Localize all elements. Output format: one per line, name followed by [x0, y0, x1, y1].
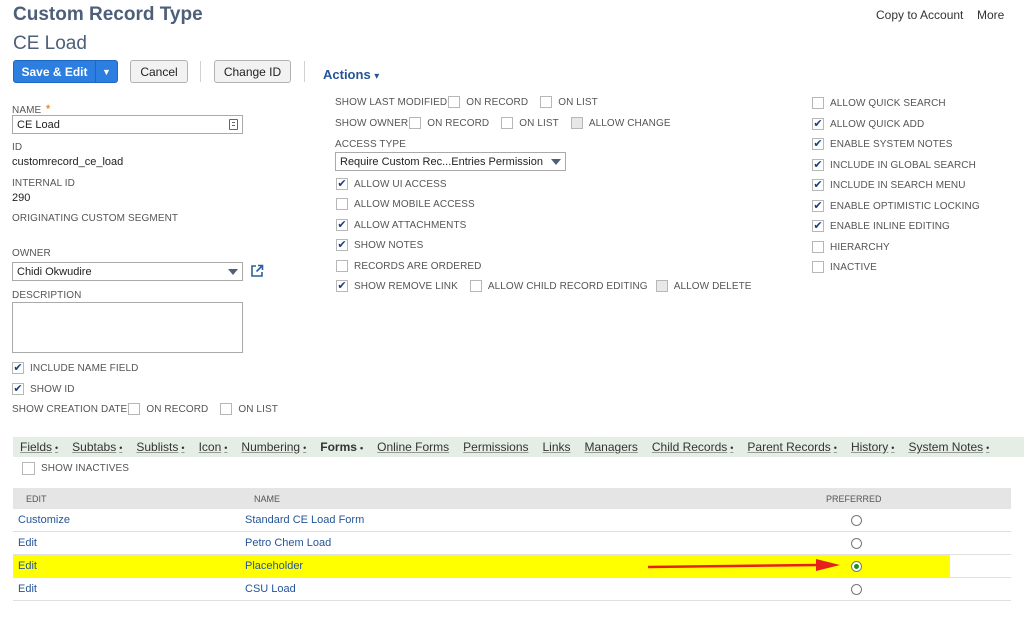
access-type-label: ACCESS TYPE	[335, 139, 406, 150]
last-modified-on-list-checkbox[interactable]	[540, 96, 553, 108]
form-name-link[interactable]: CSU Load	[245, 583, 296, 595]
table-row: Customize Standard CE Load Form	[13, 509, 1011, 532]
actions-menu[interactable]: Actions ▾	[323, 67, 379, 82]
description-label: DESCRIPTION	[12, 290, 82, 301]
tab-fields[interactable]: Fields •	[20, 440, 58, 454]
show-creation-date-row: SHOW CREATION DATE ON RECORD ON LIST	[12, 403, 278, 415]
allow-attachments-checkbox[interactable]: ✔ ALLOW ATTACHMENTS	[336, 219, 466, 231]
save-edit-button[interactable]: Save & Edit	[14, 61, 95, 82]
enable-system-notes-checkbox[interactable]: ✔ ENABLE SYSTEM NOTES	[812, 138, 953, 150]
record-type-title: Custom Record Type	[13, 4, 203, 25]
actions-label: Actions	[323, 67, 371, 82]
save-options-chevron-down-icon[interactable]: ▼	[95, 61, 117, 82]
form-name-link[interactable]: Petro Chem Load	[245, 537, 331, 549]
enable-optimistic-locking-checkbox[interactable]: ✔ ENABLE OPTIMISTIC LOCKING	[812, 200, 980, 212]
creation-date-on-list-checkbox[interactable]	[220, 403, 233, 415]
column-header-edit: EDIT	[26, 493, 47, 504]
description-textarea[interactable]	[12, 302, 243, 353]
annotation-arrow-icon	[647, 559, 840, 571]
allow-delete-checkbox[interactable]	[655, 280, 668, 292]
chevron-down-icon	[228, 268, 238, 275]
include-in-global-search-checkbox[interactable]: ✔ INCLUDE IN GLOBAL SEARCH	[812, 159, 976, 171]
allow-ui-access-checkbox[interactable]: ✔ ALLOW UI ACCESS	[336, 178, 447, 190]
cancel-button[interactable]: Cancel	[130, 60, 188, 83]
toolbar-divider	[304, 61, 305, 82]
show-notes-checkbox[interactable]: ✔ SHOW NOTES	[336, 239, 423, 251]
form-name-link[interactable]: Placeholder	[245, 560, 303, 572]
edit-link[interactable]: Edit	[18, 583, 37, 595]
internal-id-value: 290	[12, 192, 31, 204]
name-input[interactable]: CE Load	[12, 115, 243, 134]
hierarchy-checkbox[interactable]: HIERARCHY	[812, 241, 890, 253]
access-type-select[interactable]: Require Custom Rec...Entries Permission	[335, 152, 566, 171]
record-name-title: CE Load	[13, 33, 87, 54]
table-header: EDIT NAME PREFERRED	[13, 488, 1011, 509]
tab-online-forms[interactable]: Online Forms	[377, 440, 449, 454]
owner-on-record-checkbox[interactable]	[409, 117, 422, 129]
tab-permissions[interactable]: Permissions	[463, 440, 528, 454]
chevron-down-icon	[551, 158, 561, 165]
copy-to-account-link[interactable]: Copy to Account	[876, 8, 963, 22]
column-header-preferred: PREFERRED	[826, 493, 882, 504]
table-row: Edit Petro Chem Load	[13, 532, 1011, 555]
preferred-radio[interactable]	[851, 583, 862, 595]
include-in-search-menu-checkbox[interactable]: ✔ INCLUDE IN SEARCH MENU	[812, 179, 966, 191]
show-inactives-checkbox[interactable]: SHOW INACTIVES	[22, 462, 129, 475]
required-indicator: *	[45, 102, 51, 116]
tab-numbering[interactable]: Numbering •	[241, 440, 306, 454]
form-name-link[interactable]: Standard CE Load Form	[245, 514, 364, 526]
allow-child-record-editing-checkbox[interactable]	[469, 280, 482, 292]
open-record-icon[interactable]	[250, 264, 264, 278]
tab-links[interactable]: Links	[543, 440, 571, 454]
save-edit-button-group: Save & Edit ▼	[13, 60, 118, 83]
tab-sublists[interactable]: Sublists •	[136, 440, 184, 454]
more-link[interactable]: More	[977, 8, 1004, 22]
allow-quick-add-checkbox[interactable]: ✔ ALLOW QUICK ADD	[812, 118, 924, 130]
show-remove-link-row: ✔ SHOW REMOVE LINK ALLOW CHILD RECORD ED…	[336, 279, 752, 292]
show-last-modified-row: SHOW LAST MODIFIED ON RECORD ON LIST	[335, 96, 598, 108]
table-row: Edit Placeholder	[13, 555, 1011, 578]
owner-select[interactable]: Chidi Okwudire	[12, 262, 243, 281]
customize-link[interactable]: Customize	[18, 514, 70, 526]
show-id-checkbox[interactable]: ✔ SHOW ID	[12, 383, 75, 395]
internal-id-label: INTERNAL ID	[12, 178, 75, 189]
field-options-icon[interactable]	[229, 119, 238, 130]
tab-child-records[interactable]: Child Records •	[652, 440, 734, 454]
id-value: customrecord_ce_load	[12, 156, 124, 168]
tab-parent-records[interactable]: Parent Records •	[747, 440, 837, 454]
creation-date-on-record-checkbox[interactable]	[128, 403, 141, 415]
originating-custom-segment-label: ORIGINATING CUSTOM SEGMENT	[12, 213, 179, 224]
table-row: Edit CSU Load	[13, 578, 1011, 601]
forms-table: EDIT NAME PREFERRED Customize Standard C…	[13, 488, 1011, 601]
tab-system-notes[interactable]: System Notes •	[908, 440, 989, 454]
tab-forms[interactable]: Forms •	[320, 440, 363, 454]
allow-mobile-access-checkbox[interactable]: ALLOW MOBILE ACCESS	[336, 198, 475, 210]
owner-label: OWNER	[12, 248, 51, 259]
inactive-checkbox[interactable]: INACTIVE	[812, 261, 877, 273]
preferred-radio[interactable]	[851, 537, 862, 549]
enable-inline-editing-checkbox[interactable]: ✔ ENABLE INLINE EDITING	[812, 220, 950, 232]
preferred-radio[interactable]	[851, 514, 862, 526]
change-id-button[interactable]: Change ID	[214, 60, 291, 83]
allow-change-checkbox[interactable]	[570, 117, 583, 129]
include-name-field-checkbox[interactable]: ✔ INCLUDE NAME FIELD	[12, 362, 139, 374]
tab-managers[interactable]: Managers	[585, 440, 638, 454]
tab-icon[interactable]: Icon •	[199, 440, 228, 454]
edit-link[interactable]: Edit	[18, 537, 37, 549]
show-owner-row: SHOW OWNER ON RECORD ON LIST ALLOW CHANG…	[335, 117, 671, 129]
id-label: ID	[12, 142, 23, 153]
subtab-bar: Fields • Subtabs • Sublists • Icon • Numberi…	[13, 437, 1024, 457]
preferred-radio-selected[interactable]	[851, 560, 862, 572]
owner-on-list-checkbox[interactable]	[501, 117, 514, 129]
show-remove-link-checkbox[interactable]: ✔	[336, 280, 348, 292]
allow-quick-search-checkbox[interactable]: ALLOW QUICK SEARCH	[812, 97, 946, 109]
tab-subtabs[interactable]: Subtabs •	[72, 440, 122, 454]
toolbar-divider	[200, 61, 201, 82]
records-are-ordered-checkbox[interactable]: RECORDS ARE ORDERED	[336, 260, 481, 272]
edit-link[interactable]: Edit	[18, 560, 37, 572]
column-header-name: NAME	[254, 493, 281, 504]
actions-caret-icon: ▾	[374, 71, 380, 82]
tab-history[interactable]: History •	[851, 440, 895, 454]
last-modified-on-record-checkbox[interactable]	[448, 96, 461, 108]
